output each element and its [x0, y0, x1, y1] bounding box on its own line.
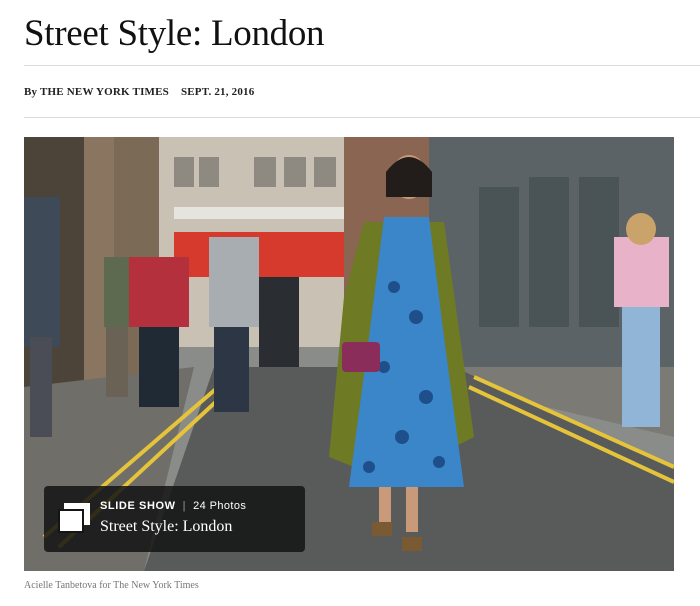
slideshow-icon: [58, 503, 90, 533]
byline-author: By THE NEW YORK TIMES: [24, 86, 169, 98]
slideshow-title: Street Style: London: [100, 518, 233, 535]
slideshow-photo-count: 24 Photos: [193, 500, 247, 512]
article-headline: Street Style: London: [24, 13, 325, 54]
divider: [24, 65, 700, 66]
slideshow-meta: SLIDE SHOW | 24 Photos: [100, 500, 246, 512]
photo-credit: Acielle Tanbetova for The New York Times: [24, 580, 199, 591]
byline: By THE NEW YORK TIMES SEPT. 21, 2016: [24, 86, 254, 98]
slideshow-label: SLIDE SHOW: [100, 500, 176, 512]
publish-date: SEPT. 21, 2016: [180, 86, 255, 98]
slideshow-button[interactable]: SLIDE SHOW | 24 Photos Street Style: Londo…: [44, 486, 305, 552]
slideshow-separator: |: [182, 500, 187, 512]
divider: [24, 117, 700, 118]
